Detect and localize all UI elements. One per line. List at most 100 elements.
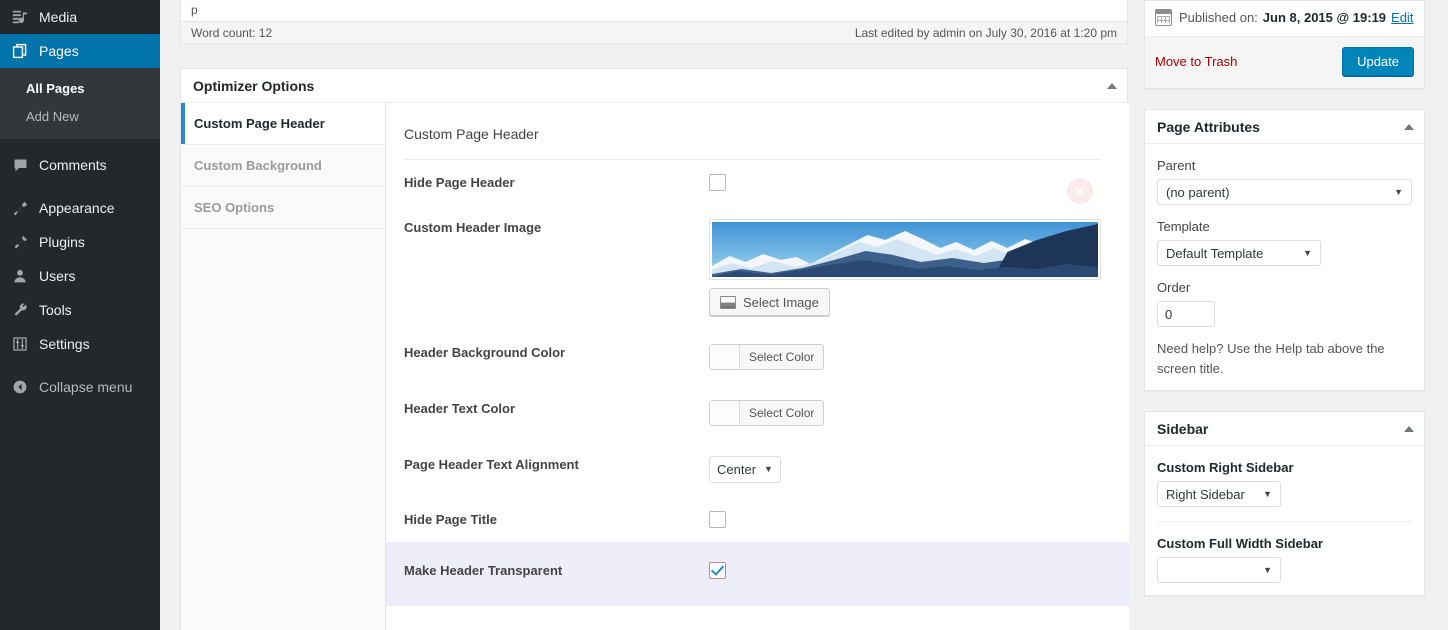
section-divider [1157,521,1412,522]
field-label: Hide Page Title [404,512,497,527]
parent-label: Parent [1157,158,1196,173]
header-image-thumbnail [712,222,1098,277]
field-label: Header Text Color [404,401,516,416]
header-image-thumbnail-wrap [709,219,1101,280]
parent-select[interactable]: (no parent) ▼ [1157,179,1412,205]
menu-separator [0,139,160,148]
sidebar-item-label: Media [39,9,78,25]
field-label: Page Header Text Alignment [404,457,579,472]
select-image-label: Select Image [743,294,819,310]
template-label: Template [1157,219,1210,234]
chevron-down-icon: ▼ [1394,186,1403,197]
collapse-toggle-icon[interactable] [1107,82,1117,89]
collapse-toggle-icon[interactable] [1404,123,1414,130]
field-label: Make Header Transparent [404,563,563,578]
sidebar-item-settings[interactable]: Settings [0,327,160,361]
panel-title: Custom Page Header [404,121,1101,160]
custom-right-sidebar-label: Custom Right Sidebar [1157,460,1294,475]
sidebar-item-label: Tools [39,302,72,318]
sidebar-subitem-all-pages[interactable]: All Pages [0,75,160,103]
published-date: Jun 8, 2015 @ 19:19 [1262,10,1387,25]
editor-element-path[interactable]: p [180,0,1128,21]
admin-sidebar-menu: Media Pages All Pages Add New Comments A… [0,0,168,630]
optimizer-panel-custom-page-header: Custom Page Header Hide Page Header ✕ Cu… [386,103,1129,630]
color-swatch [710,401,740,425]
tab-label: Custom Page Header [194,116,325,131]
custom-full-width-sidebar-select[interactable]: ▼ [1157,557,1281,583]
editor-path-text: p [191,3,198,17]
sidebar-item-tools[interactable]: Tools [0,293,160,327]
chevron-down-icon: ▼ [1263,564,1272,575]
header-text-color-picker[interactable]: Select Color [709,400,825,426]
editor-status-bar: p Word count: 12 Last edited by admin on… [180,0,1128,44]
page-attributes-body: Parent (no parent) ▼ Template Default Te… [1145,144,1424,390]
publish-actions-row: Move to Trash Update [1145,37,1424,88]
sidebar-item-appearance[interactable]: Appearance [0,191,160,225]
image-icon [720,295,736,309]
sidebar-item-label: Appearance [39,200,115,216]
sidebar-item-label: Collapse menu [39,379,133,395]
update-button[interactable]: Update [1342,47,1414,76]
sidebar-item-pages[interactable]: Pages [0,34,168,68]
hide-page-header-checkbox[interactable] [709,174,726,191]
page-header-text-alignment-select[interactable]: Center ▼ [709,456,781,483]
sidebar-item-plugins[interactable]: Plugins [0,225,160,259]
sidebar-item-label: Plugins [39,234,85,250]
selected-value: (no parent) [1166,184,1230,200]
selected-value: Default Template [1166,245,1264,261]
current-menu-arrow-icon [160,43,168,59]
word-count-label: Word count: 12 [191,25,273,40]
sidebar-item-label: Comments [39,157,107,173]
order-label: Order [1157,280,1191,295]
field-control: Select Color [709,400,1101,428]
page-attributes-title: Page Attributes [1157,118,1260,135]
sidebar-metabox-header[interactable]: Sidebar [1145,412,1424,446]
template-select[interactable]: Default Template ▼ [1157,240,1321,266]
hide-page-title-checkbox[interactable] [709,511,726,528]
page-attributes-metabox: Page Attributes Parent (no parent) ▼ Tem… [1144,109,1425,391]
optimizer-options-body: Custom Page Header Custom Background SEO… [181,103,1129,630]
wordpress-admin-screen: Media Pages All Pages Add New Comments A… [0,0,1448,630]
chevron-down-icon: ▼ [1263,488,1272,499]
last-edited-label: Last edited by admin on July 30, 2016 at… [854,25,1117,40]
collapse-toggle-icon[interactable] [1404,425,1414,432]
pages-icon [10,41,30,61]
sidebar-item-comments[interactable]: Comments [0,148,160,182]
sidebar-metabox-title: Sidebar [1157,420,1209,437]
edit-published-date-link[interactable]: Edit [1391,10,1413,25]
sidebar-item-media[interactable]: Media [0,0,160,34]
tab-custom-page-header[interactable]: Custom Page Header [181,103,385,145]
field-header-text-color: Header Text Color Select Color [404,386,1101,442]
field-hide-page-title: Hide Page Title [404,497,1101,542]
sidebar-item-collapse-menu[interactable]: Collapse menu [0,370,160,404]
tab-label: SEO Options [194,200,275,215]
sidebar-metabox-body: Custom Right Sidebar Right Sidebar ▼ Cus… [1145,446,1424,595]
collapse-icon [10,377,30,397]
tab-seo-options[interactable]: SEO Options [181,187,385,229]
select-image-button[interactable]: Select Image [709,288,830,316]
plugins-icon [10,232,30,252]
field-control [709,562,1101,579]
field-control [709,511,1101,528]
sidebar-subitem-label: Add New [26,109,79,124]
calendar-icon [1155,9,1172,26]
sidebar-item-users[interactable]: Users [0,259,160,293]
page-attributes-header[interactable]: Page Attributes [1145,110,1424,144]
sidebar-subitem-add-new[interactable]: Add New [0,103,160,131]
field-make-header-transparent: Make Header Transparent [386,542,1129,606]
select-color-label: Select Color [740,401,824,425]
custom-right-sidebar-select[interactable]: Right Sidebar ▼ [1157,481,1281,507]
menu-separator [0,182,160,191]
move-to-trash-link[interactable]: Move to Trash [1155,54,1237,69]
make-header-transparent-checkbox[interactable] [709,562,726,579]
optimizer-options-header[interactable]: Optimizer Options [181,69,1127,103]
field-label: Header Background Color [404,345,566,360]
tab-custom-background[interactable]: Custom Background [181,145,385,187]
media-icon [10,7,30,27]
remove-image-icon[interactable]: ✕ [1067,178,1093,204]
header-background-color-picker[interactable]: Select Color [709,344,825,370]
sidebar-metabox: Sidebar Custom Right Sidebar Right Sideb… [1144,411,1425,596]
order-input[interactable] [1157,301,1215,327]
chevron-down-icon: ▼ [764,464,773,474]
select-color-label: Select Color [740,345,824,369]
